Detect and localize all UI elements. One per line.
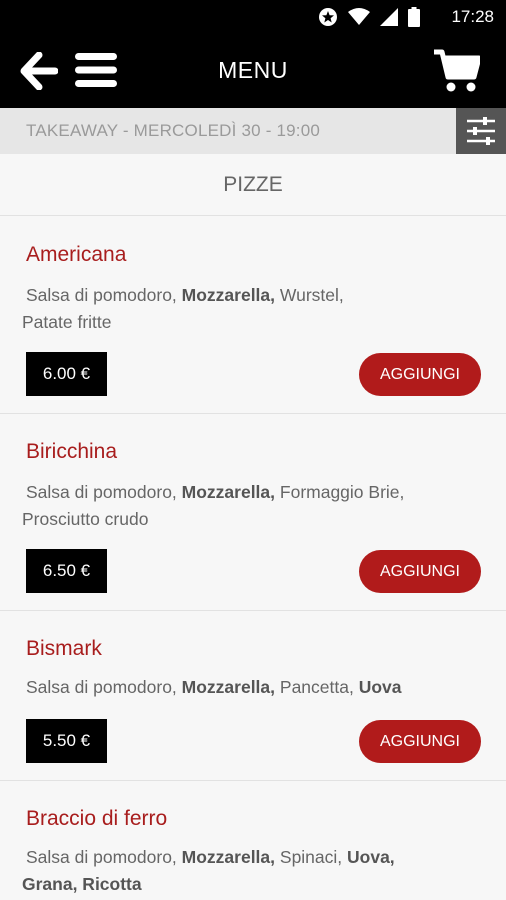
order-info-text: TAKEAWAY - MERCOLEDÌ 30 - 19:00	[26, 121, 321, 140]
notification-star-icon	[319, 8, 337, 26]
item-name: Braccio di ferro	[26, 807, 168, 830]
add-button[interactable]: AGGIUNGI	[359, 353, 481, 396]
status-time: 17:28	[451, 7, 494, 26]
status-bar: 17:28	[0, 0, 506, 33]
menu-item: Americana Salsa di pomodoro, Mozzarella,…	[0, 217, 506, 414]
order-info-bar: TAKEAWAY - MERCOLEDÌ 30 - 19:00	[0, 108, 506, 154]
menu-item: Braccio di ferro Salsa di pomodoro, Mozz…	[0, 781, 506, 900]
wifi-icon	[348, 8, 370, 25]
item-description: Salsa di pomodoro, Mozzarella, Pancetta,…	[26, 677, 402, 697]
status-icons	[318, 6, 420, 28]
item-price: 6.50 €	[26, 549, 107, 593]
menu-item: Bismark Salsa di pomodoro, Mozzarella, P…	[0, 611, 506, 781]
battery-icon	[408, 7, 420, 27]
item-description: Salsa di pomodoro, Mozzarella, Spinaci, …	[22, 847, 395, 894]
app-bar: MENU	[0, 33, 506, 108]
menu-item: Biricchina Salsa di pomodoro, Mozzarella…	[0, 414, 506, 611]
item-name: Americana	[26, 243, 127, 266]
cart-icon[interactable]	[434, 49, 480, 93]
cell-signal-icon	[380, 8, 398, 26]
item-price: 5.50 €	[26, 719, 107, 763]
add-button[interactable]: AGGIUNGI	[359, 720, 481, 763]
add-button[interactable]: AGGIUNGI	[359, 550, 481, 593]
page-title: MENU	[218, 57, 288, 83]
item-price: 6.00 €	[26, 352, 107, 396]
filter-button[interactable]	[456, 108, 506, 154]
category-title: PIZZE	[0, 154, 506, 216]
item-description: Salsa di pomodoro, Mozzarella, Formaggio…	[22, 482, 405, 529]
item-name: Biricchina	[26, 440, 118, 463]
filter-sliders-icon	[467, 117, 495, 145]
item-name: Bismark	[26, 637, 102, 660]
item-description: Salsa di pomodoro, Mozzarella, Wurstel, …	[22, 285, 344, 332]
